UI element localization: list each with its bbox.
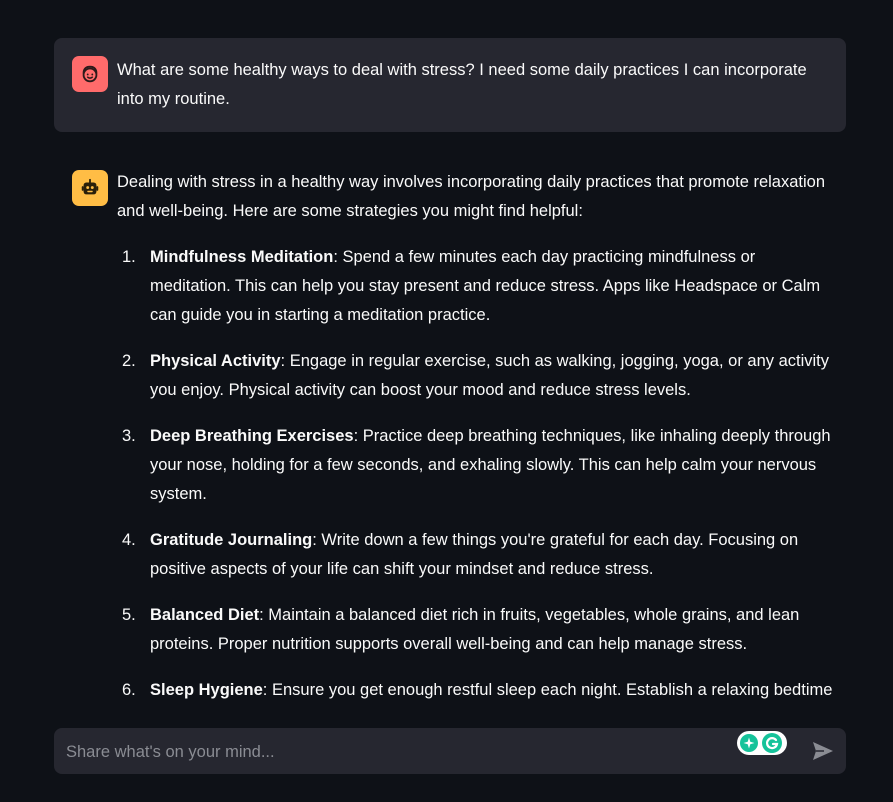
- chat-input-container: [54, 728, 846, 776]
- list-item-number: 1.: [122, 248, 136, 266]
- grammarly-badge[interactable]: [737, 731, 787, 755]
- sparkle-icon: [740, 734, 758, 752]
- list-item: 4. Gratitude Journaling: Write down a fe…: [117, 526, 839, 584]
- list-item: 3. Deep Breathing Exercises: Practice de…: [117, 422, 839, 509]
- assistant-message-body: Dealing with stress in a healthy way inv…: [117, 168, 839, 712]
- user-message-text: What are some healthy ways to deal with …: [117, 61, 807, 108]
- list-item-number: 6.: [122, 681, 136, 699]
- send-icon: [813, 742, 833, 760]
- list-item-title: Balanced Diet: [150, 606, 260, 624]
- list-item-title: Physical Activity: [150, 352, 281, 370]
- list-item-title: Sleep Hygiene: [150, 681, 263, 699]
- list-item: 2. Physical Activity: Engage in regular …: [117, 347, 839, 405]
- list-item: 6. Sleep Hygiene: Ensure you get enough …: [117, 676, 839, 705]
- grammarly-icon: [762, 733, 782, 753]
- assistant-intro-text: Dealing with stress in a healthy way inv…: [117, 173, 826, 220]
- list-item-title: Deep Breathing Exercises: [150, 427, 354, 445]
- list-item-text: : Ensure you get enough restful sleep ea…: [262, 681, 833, 699]
- chat-input[interactable]: [64, 728, 728, 776]
- list-item-number: 4.: [122, 531, 136, 549]
- send-button[interactable]: [810, 739, 836, 763]
- list-item-number: 2.: [122, 352, 136, 370]
- list-item-title: Gratitude Journaling: [150, 531, 313, 549]
- list-item-number: 3.: [122, 427, 136, 445]
- list-item-title: Mindfulness Meditation: [150, 248, 334, 266]
- list-item: 5. Balanced Diet: Maintain a balanced di…: [117, 601, 839, 659]
- robot-icon: [72, 170, 108, 206]
- tips-list: 1. Mindfulness Meditation: Spend a few m…: [117, 243, 839, 705]
- list-item-number: 5.: [122, 606, 136, 624]
- user-message: What are some healthy ways to deal with …: [54, 38, 846, 132]
- assistant-message: Dealing with stress in a healthy way inv…: [54, 152, 846, 712]
- user-face-icon: [72, 56, 108, 92]
- list-item: 1. Mindfulness Meditation: Spend a few m…: [117, 243, 839, 330]
